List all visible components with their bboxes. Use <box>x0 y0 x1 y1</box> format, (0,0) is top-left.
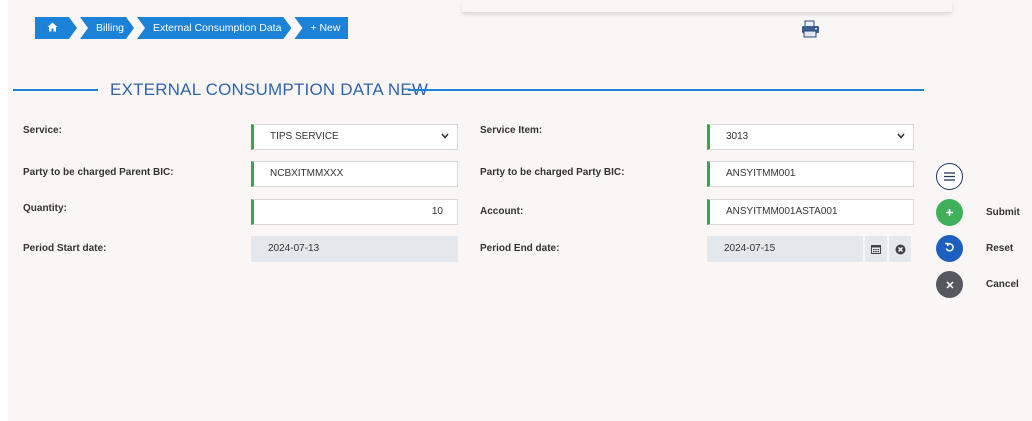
submit-label[interactable]: Submit <box>986 207 1020 218</box>
printer-icon[interactable] <box>800 20 822 38</box>
close-icon <box>945 276 954 294</box>
parent-bic-label: Party to be charged Parent BIC: <box>23 167 174 178</box>
cancel-button[interactable] <box>936 271 963 298</box>
title-rule-right <box>408 89 924 91</box>
breadcrumb-billing[interactable]: Billing <box>80 17 134 39</box>
reset-label[interactable]: Reset <box>986 243 1013 254</box>
service-label: Service: <box>23 125 62 136</box>
start-date-input: 2024-07-13 <box>251 236 458 262</box>
breadcrumb-new[interactable]: + New <box>294 17 349 39</box>
start-date-label: Period Start date: <box>23 243 107 254</box>
service-item-label: Service Item: <box>480 125 543 136</box>
calendar-icon[interactable] <box>865 236 887 262</box>
service-value: TIPS SERVICE <box>270 131 339 142</box>
list-icon <box>944 168 955 186</box>
parent-bic-input[interactable]: NCBXITMMXXX <box>251 161 458 187</box>
service-item-select[interactable]: 3013 <box>707 124 914 150</box>
chevron-down-icon <box>441 125 449 149</box>
reset-button[interactable] <box>936 235 963 262</box>
service-item-value: 3013 <box>726 131 749 142</box>
breadcrumb-external-consumption-data[interactable]: External Consumption Data <box>137 17 291 39</box>
clear-date-icon[interactable] <box>889 236 911 262</box>
title-rule-left <box>13 89 98 91</box>
submit-button[interactable] <box>936 199 963 226</box>
party-bic-input[interactable]: ANSYITMM001 <box>707 161 914 187</box>
party-bic-label: Party to be charged Party BIC: <box>480 167 625 178</box>
quantity-label: Quantity: <box>23 203 67 214</box>
end-date-input[interactable]: 2024-07-15 <box>707 236 863 262</box>
end-date-label: Period End date: <box>480 243 560 254</box>
list-button[interactable] <box>936 163 963 190</box>
top-panel-edge <box>462 0 952 13</box>
home-icon <box>47 22 58 34</box>
chevron-down-icon <box>897 125 905 149</box>
account-input[interactable]: ANSYITMM001ASTA001 <box>707 199 914 225</box>
page-title: EXTERNAL CONSUMPTION DATA NEW <box>110 80 429 99</box>
quantity-input[interactable]: 10 <box>251 199 458 225</box>
undo-icon <box>944 240 955 258</box>
service-select[interactable]: TIPS SERVICE <box>251 124 458 150</box>
breadcrumb-home[interactable] <box>35 17 77 39</box>
account-label: Account: <box>480 206 524 217</box>
cancel-label[interactable]: Cancel <box>986 279 1019 290</box>
plus-icon <box>945 204 954 222</box>
breadcrumb: Billing External Consumption Data + New <box>35 17 351 39</box>
